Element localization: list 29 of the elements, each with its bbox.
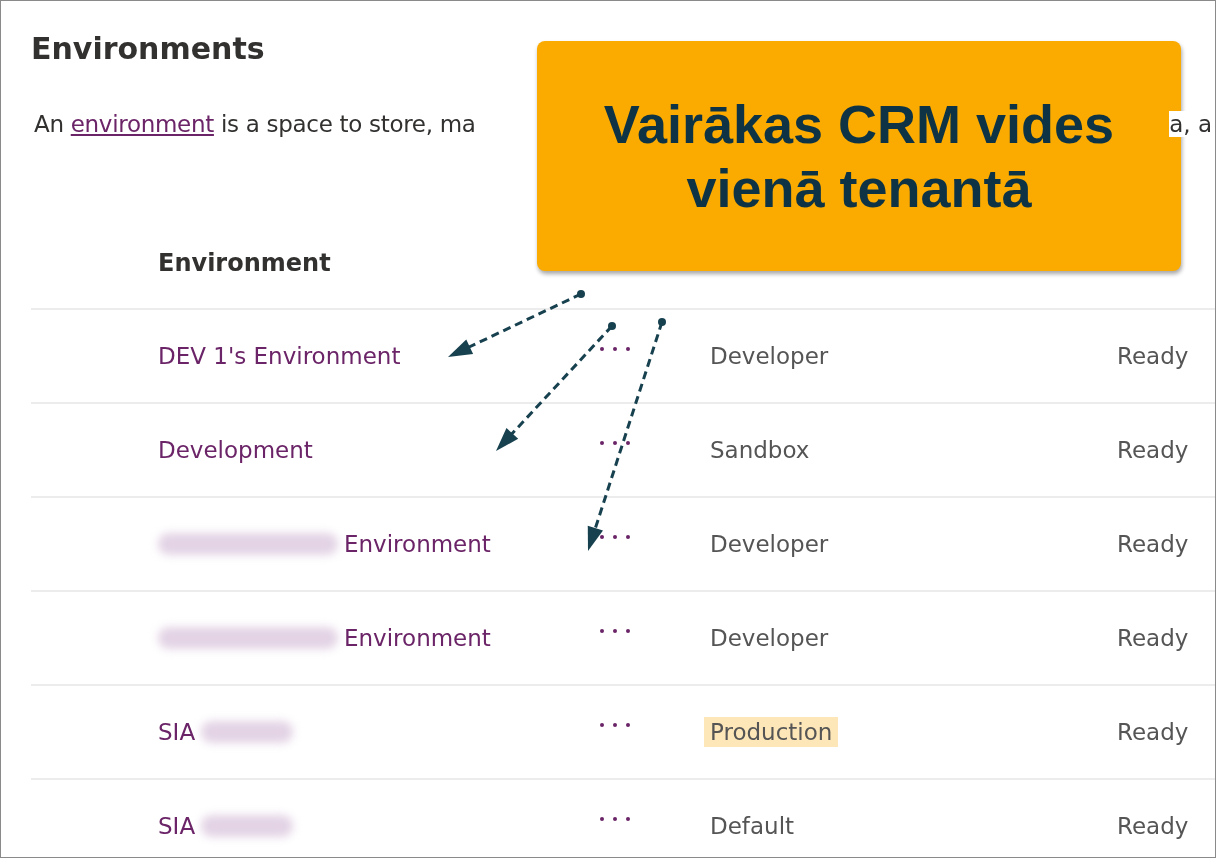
environment-name[interactable]: Environment [344,531,491,557]
environment-type: Default [709,812,796,841]
environment-state: Ready [1117,343,1189,369]
environment-state: Ready [1117,625,1189,651]
environment-type: Production [704,717,839,747]
environment-type: Developer [709,530,830,559]
environment-state: Ready [1117,437,1189,463]
environment-name[interactable]: SIA [158,719,196,745]
more-options-icon[interactable] [599,627,631,635]
more-options-icon[interactable] [599,345,631,353]
more-options-icon[interactable] [599,815,631,823]
intro-text-fragment: a, a [1169,111,1212,137]
environment-type: Sandbox [709,436,811,465]
environment-name[interactable]: Development [158,437,313,463]
more-options-icon[interactable] [599,439,631,447]
environment-state: Ready [1117,719,1189,745]
column-header[interactable]: Environment [158,248,331,277]
more-options-icon[interactable] [599,533,631,541]
environment-state: Ready [1117,813,1189,839]
page-title: Environments [30,30,266,68]
environment-link[interactable]: environment [70,111,214,137]
environment-state: Ready [1117,531,1189,557]
environment-type: Developer [709,624,830,653]
intro-text: An environment is a space to store, ma [34,111,476,137]
environment-name[interactable]: SIA [158,813,196,839]
environment-name[interactable]: Environment [344,625,491,651]
more-options-icon[interactable] [599,721,631,729]
environment-name[interactable]: DEV 1's Environment [158,343,401,369]
environment-type: Developer [709,342,830,371]
